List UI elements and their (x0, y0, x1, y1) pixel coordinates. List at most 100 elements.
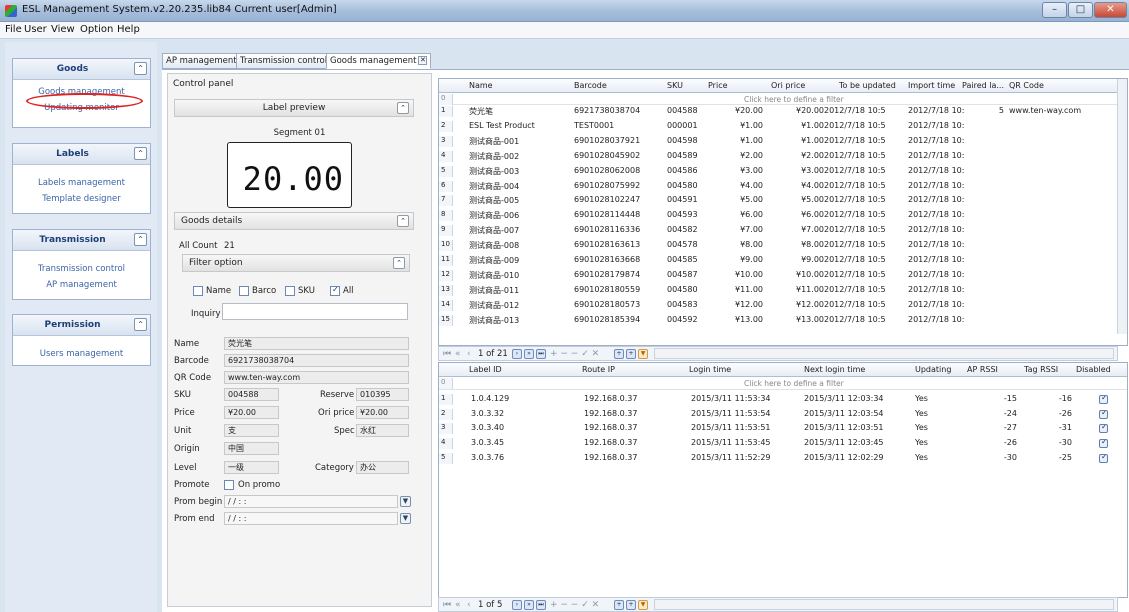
minimize-button[interactable]: – (1042, 2, 1067, 18)
column-header-login-time[interactable]: Login time (689, 365, 731, 374)
collapse-icon[interactable]: ⌃ (397, 102, 409, 114)
prom-begin-field[interactable]: / / : : (224, 495, 398, 508)
table-row[interactable]: 4 3.0.3.45 192.168.0.37 2015/3/11 11:53:45 2… (439, 438, 1127, 450)
next-record-icon[interactable]: › (512, 349, 522, 359)
table-row[interactable]: 3 3.0.3.40 192.168.0.37 2015/3/11 11:53:51 2… (439, 423, 1127, 435)
chevron-down-icon[interactable]: ▼ (400, 513, 411, 524)
disabled-checkbox[interactable] (1099, 439, 1108, 449)
table-row[interactable]: 1 荧光笔 6921738038704 004588 ¥20.00 ¥20.00 2012/… (439, 106, 1127, 117)
filter-row[interactable]: 0 Click here to define a filter (439, 378, 1127, 390)
table-row[interactable]: 2 ESL Test Product TEST0001 000001 ¥1.00 ¥1.0… (439, 120, 1127, 132)
maximize-button[interactable]: □ (1068, 2, 1093, 18)
tab-close-icon[interactable]: ✕ (418, 56, 428, 65)
add-icon[interactable]: + (626, 600, 636, 610)
table-row[interactable]: 11 测试商品-009 6901028163668 004585 ¥9.00 ¥9.00 2… (439, 255, 1127, 266)
horizontal-scrollbar[interactable] (654, 348, 1114, 359)
column-header-to-be-updated[interactable]: To be updated (839, 81, 896, 90)
vertical-scrollbar[interactable] (1117, 79, 1127, 334)
previous-record-icon[interactable]: ‹ (467, 600, 471, 610)
last-page-icon[interactable]: ⏭ (536, 600, 546, 610)
on-promo-checkbox[interactable] (224, 480, 234, 490)
table-row[interactable]: 3 测试商品-001 6901028037921 004598 ¥1.00 ¥1.00 20… (439, 135, 1127, 147)
filter-icon[interactable]: ▼ (638, 600, 648, 610)
chevron-down-icon[interactable]: ▼ (400, 496, 411, 507)
column-header-barcode[interactable]: Barcode (574, 81, 607, 90)
menu-file[interactable]: File (5, 24, 22, 35)
nav-group-header[interactable]: Labels ⌃ (13, 144, 150, 165)
next-page-icon[interactable]: » (524, 600, 534, 610)
table-row[interactable]: 2 3.0.3.32 192.168.0.37 2015/3/11 11:53:54 2… (439, 408, 1127, 420)
column-header-updating[interactable]: Updating (915, 365, 951, 374)
table-row[interactable]: 1 1.0.4.129 192.168.0.37 2015/3/11 11:53:34… (439, 394, 1127, 405)
column-header-paired-labels[interactable]: Paired la... (962, 81, 1004, 90)
sidebar-item-transmission-control[interactable]: Transmission control (13, 261, 150, 277)
goods-details-header[interactable]: Goods details ⌃ (174, 212, 414, 230)
table-row[interactable]: 12 测试商品-010 6901028179874 004587 ¥10.00 ¥10.0… (439, 269, 1127, 281)
column-header-name[interactable]: Name (469, 81, 493, 90)
horizontal-scrollbar[interactable] (654, 599, 1114, 610)
label-preview-header[interactable]: Label preview ⌃ (174, 99, 414, 117)
collapse-icon[interactable]: ⌃ (134, 318, 147, 331)
menu-user[interactable]: User (24, 24, 47, 35)
disabled-checkbox[interactable] (1099, 453, 1108, 463)
close-button[interactable]: ✕ (1094, 2, 1127, 18)
column-header-disabled[interactable]: Disabled (1076, 365, 1111, 374)
sidebar-item-template-designer[interactable]: Template designer (13, 191, 150, 207)
edit-operations-icons[interactable]: + − − ✓ ✕ (550, 349, 599, 359)
column-header-price[interactable]: Price (708, 81, 728, 90)
table-row[interactable]: 5 测试商品-003 6901028062008 004586 ¥3.00 ¥3.00 20… (439, 165, 1127, 177)
collapse-icon[interactable]: ⌃ (134, 147, 147, 160)
column-header-label-id[interactable]: Label ID (469, 365, 502, 374)
edit-operations-icons[interactable]: + − − ✓ ✕ (550, 600, 599, 610)
column-header-route-ip[interactable]: Route IP (582, 365, 615, 374)
table-row[interactable]: 13 测试商品-011 6901028180559 004580 ¥11.00 ¥11.0… (439, 284, 1127, 296)
first-page-icon[interactable]: ⏮ (443, 600, 451, 610)
last-page-icon[interactable]: ⏭ (536, 349, 546, 359)
filter-icon[interactable]: ▼ (638, 349, 648, 359)
filter-row[interactable]: 0 Click here to define a filter (439, 94, 1127, 105)
filter-sku-checkbox[interactable] (285, 286, 295, 296)
nav-group-header[interactable]: Transmission ⌃ (13, 230, 150, 251)
filter-all-checkbox[interactable] (330, 285, 340, 296)
disabled-checkbox[interactable] (1099, 424, 1108, 434)
tab-transmission-control[interactable]: Transmission control (236, 53, 332, 69)
previous-page-icon[interactable]: « (455, 349, 461, 359)
next-record-icon[interactable]: › (512, 600, 522, 610)
column-header-qr-code[interactable]: QR Code (1009, 81, 1044, 90)
menu-help[interactable]: Help (117, 24, 140, 35)
column-header-ori-price[interactable]: Ori price (771, 81, 805, 90)
filter-barcode-checkbox[interactable] (239, 286, 249, 296)
tab-goods-management[interactable]: Goods management ✕ (326, 53, 432, 69)
column-header-next-login-time[interactable]: Next login time (804, 365, 865, 374)
menu-option[interactable]: Option (80, 24, 113, 35)
first-page-icon[interactable]: ⏮ (443, 349, 451, 359)
table-row[interactable]: 9 测试商品-007 6901028116336 004582 ¥7.00 ¥7.00 20… (439, 225, 1127, 237)
add-icon[interactable]: + (626, 349, 636, 359)
inquiry-input[interactable] (222, 303, 408, 320)
prom-end-field[interactable]: / / : : (224, 512, 398, 525)
next-page-icon[interactable]: » (524, 349, 534, 359)
sidebar-item-ap-management[interactable]: AP management (13, 277, 150, 293)
filter-option-header[interactable]: Filter option ⌃ (182, 254, 410, 272)
table-row[interactable]: 8 测试商品-006 6901028114448 004593 ¥6.00 ¥6.00 20… (439, 210, 1127, 222)
column-header-ap-rssi[interactable]: AP RSSI (967, 365, 998, 374)
collapse-icon[interactable]: ⌃ (134, 62, 147, 75)
table-row[interactable]: 10 测试商品-008 6901028163613 004578 ¥8.00 ¥8.00 2… (439, 240, 1127, 252)
column-header-tag-rssi[interactable]: Tag RSSI (1024, 365, 1058, 374)
table-row[interactable]: 15 测试商品-013 6901028185394 004592 ¥13.00 ¥13.0… (439, 314, 1127, 326)
filter-name-checkbox[interactable] (193, 286, 203, 296)
menu-view[interactable]: View (51, 24, 75, 35)
collapse-icon[interactable]: ⌃ (397, 215, 409, 227)
nav-group-header[interactable]: Permission ⌃ (13, 315, 150, 336)
sidebar-item-labels-management[interactable]: Labels management (13, 175, 150, 191)
previous-page-icon[interactable]: « (455, 600, 461, 610)
disabled-checkbox[interactable] (1099, 395, 1108, 404)
table-row[interactable]: 5 3.0.3.76 192.168.0.37 2015/3/11 11:52:29 2… (439, 452, 1127, 464)
column-header-sku[interactable]: SKU (667, 81, 683, 90)
previous-record-icon[interactable]: ‹ (467, 349, 471, 359)
column-header-import-time[interactable]: Import time (908, 81, 955, 90)
sidebar-item-users-management[interactable]: Users management (13, 346, 150, 362)
refresh-icon[interactable]: + (614, 349, 624, 359)
disabled-checkbox[interactable] (1099, 409, 1108, 419)
collapse-icon[interactable]: ⌃ (393, 257, 405, 269)
